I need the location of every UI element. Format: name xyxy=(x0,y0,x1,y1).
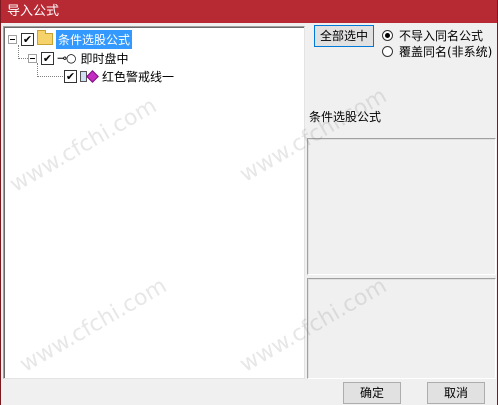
tree-connector xyxy=(37,76,67,77)
formula-group-label: 条件选股公式 xyxy=(309,110,382,124)
window-title: 导入公式 xyxy=(0,0,498,23)
select-all-button[interactable]: 全部选中 xyxy=(314,25,374,47)
dialog-body: ✔ 条件选股公式 ✔ ⊸○ 即时盘中 ✔ 红色警戒线一 全部选中 不导入同名公式… xyxy=(0,23,498,405)
tree-item-child[interactable]: ✔ ⊸○ 即时盘中 xyxy=(28,49,131,67)
tree-item-label: 即时盘中 xyxy=(80,51,129,66)
description-panel xyxy=(307,138,496,275)
collapse-icon[interactable] xyxy=(8,34,17,44)
formula-icon xyxy=(80,69,99,83)
tree-item-label: 红色警戒线一 xyxy=(102,69,175,84)
tree-item-root[interactable]: ✔ 条件选股公式 xyxy=(8,29,133,49)
radio-no-import[interactable]: 不导入同名公式 xyxy=(382,27,483,43)
key-icon: ⊸○ xyxy=(57,51,77,65)
folder-icon xyxy=(37,30,53,45)
radio-label: 覆盖同名(非系统) xyxy=(399,44,493,59)
radio-button[interactable] xyxy=(382,45,393,57)
radio-overwrite[interactable]: 覆盖同名(非系统) xyxy=(382,43,492,59)
leaf-checkbox[interactable]: ✔ xyxy=(64,69,77,83)
tree-item-leaf[interactable]: ✔ 红色警戒线一 xyxy=(64,67,176,85)
ok-button[interactable]: 确定 xyxy=(343,382,401,404)
collapse-icon[interactable] xyxy=(28,53,37,63)
params-panel xyxy=(307,278,496,379)
formula-tree[interactable]: ✔ 条件选股公式 ✔ ⊸○ 即时盘中 ✔ 红色警戒线一 xyxy=(3,26,305,379)
root-checkbox[interactable]: ✔ xyxy=(21,32,34,46)
radio-button[interactable] xyxy=(382,29,393,41)
tree-item-label: 条件选股公式 xyxy=(56,29,133,49)
cancel-button[interactable]: 取消 xyxy=(427,382,485,404)
child-checkbox[interactable]: ✔ xyxy=(41,51,54,65)
radio-label: 不导入同名公式 xyxy=(399,28,484,43)
